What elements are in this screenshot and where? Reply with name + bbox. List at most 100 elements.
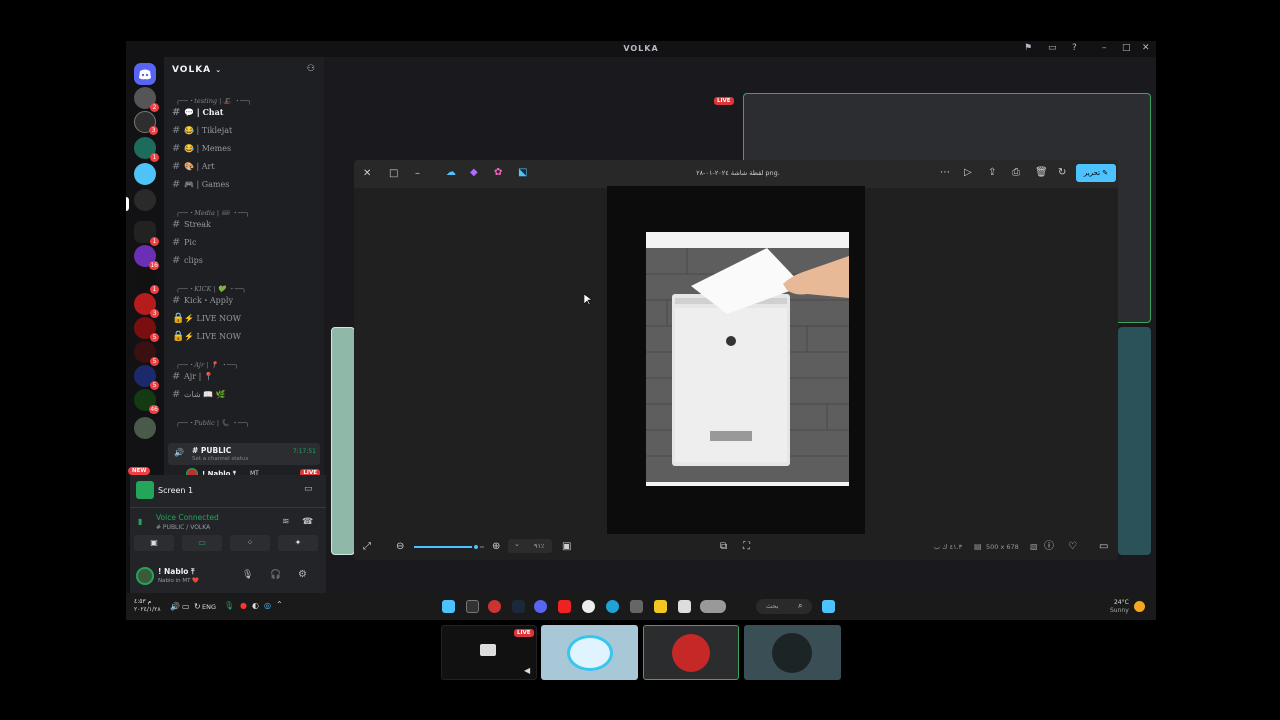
edge-icon[interactable] xyxy=(606,600,619,613)
channel-live-now[interactable]: 🔒⚡ LIVE NOW xyxy=(172,313,318,329)
onedrive-icon[interactable]: ☁ xyxy=(446,168,456,178)
favorite-heart-icon[interactable]: ♡ xyxy=(1068,542,1077,552)
server-icon[interactable] xyxy=(134,417,156,439)
server-icon[interactable]: 16 xyxy=(134,245,159,270)
crop-icon[interactable]: ⛶ xyxy=(743,542,750,552)
app-icon[interactable] xyxy=(466,600,479,613)
server-icon[interactable]: 3 xyxy=(134,111,158,135)
microphone-icon[interactable]: 🎙 xyxy=(242,570,253,580)
refresh-icon[interactable]: ↻ xyxy=(194,602,201,611)
volume-icon[interactable]: 🔊 xyxy=(170,602,180,611)
category-kick[interactable]: ╭──・KICK | 💚 ・──╮ xyxy=(176,283,246,293)
channel-tiklejat[interactable]: # 😂 | Tiklejat xyxy=(172,125,318,141)
photos-app-icon[interactable] xyxy=(442,600,455,613)
channel-kick-apply[interactable]: # Kick・Apply xyxy=(172,295,318,311)
tray-icon[interactable]: ◐ xyxy=(252,601,259,610)
app-icon[interactable] xyxy=(488,600,501,613)
more-options-icon[interactable]: ⋯ xyxy=(940,168,950,178)
flag-icon[interactable]: ⚑ xyxy=(1024,43,1032,53)
delete-icon[interactable]: 🗑 xyxy=(1035,168,1048,178)
network-icon[interactable]: ▭ xyxy=(182,602,190,611)
voice-connected-label[interactable]: Voice Connected xyxy=(156,513,219,522)
server-icon[interactable]: 2 xyxy=(134,87,159,112)
server-icon[interactable]: 46 xyxy=(134,389,159,414)
channel-clips[interactable]: # clips xyxy=(172,255,318,271)
participant-thumbnail[interactable]: LIVE ◀ xyxy=(441,625,537,680)
channel-ajr[interactable]: # Ajr | 📍 xyxy=(172,371,318,387)
tray-icon[interactable]: ◎ xyxy=(264,601,271,610)
clock[interactable]: م ٤:٥٣ ٢٠٢٤/١/٢٨ xyxy=(134,598,161,614)
minimize-icon[interactable]: – xyxy=(415,169,420,179)
widget-icon[interactable] xyxy=(700,600,726,613)
stream-tile[interactable] xyxy=(331,327,355,555)
steam-icon[interactable] xyxy=(512,600,525,613)
server-icon[interactable]: 1 xyxy=(134,269,159,294)
chrome-icon[interactable] xyxy=(582,600,595,613)
zoom-slider-thumb[interactable] xyxy=(471,543,480,551)
server-icon[interactable]: 1 xyxy=(134,221,159,246)
channel-games[interactable]: # 🎮 | Games xyxy=(172,179,318,195)
discord-icon[interactable] xyxy=(534,600,547,613)
designer-icon[interactable]: ✿ xyxy=(494,168,502,178)
rotate-icon[interactable]: ↻ xyxy=(1058,168,1066,178)
voice-channel-public[interactable]: 🔊 # PUBLIC Set a channel status 7:17:51 xyxy=(168,443,320,465)
compare-icon[interactable]: ⧉ xyxy=(720,542,727,552)
soundboard-button[interactable]: ✦ xyxy=(278,535,318,551)
settings-gear-icon[interactable]: ⚙ xyxy=(298,569,307,580)
close-icon[interactable]: ✕ xyxy=(363,169,371,179)
channel-chat[interactable]: # 💬 | Chat xyxy=(172,107,318,123)
maximize-button[interactable]: □ xyxy=(1122,43,1131,53)
screen-share-button[interactable]: ▭ xyxy=(182,535,222,551)
channel-art[interactable]: # 🎨 | Art xyxy=(172,161,318,177)
user-avatar[interactable] xyxy=(136,567,154,585)
fullscreen-icon[interactable]: ⤢ xyxy=(363,542,371,552)
server-icon[interactable]: 5 xyxy=(134,341,159,366)
maximize-icon[interactable]: □ xyxy=(389,169,398,179)
channel-memes[interactable]: # 😂 | Memes xyxy=(172,143,318,159)
channel-arabic-chat[interactable]: # شات 📖 🌿 xyxy=(172,389,318,405)
edit-button[interactable]: تحرير ✎ xyxy=(1076,164,1116,182)
inbox-icon[interactable]: ▭ xyxy=(1048,43,1057,53)
discord-tray-icon[interactable]: ● xyxy=(240,601,247,610)
close-button[interactable]: ✕ xyxy=(1142,43,1150,53)
share-icon[interactable]: ⇪ xyxy=(988,168,996,178)
activities-button[interactable]: ⁘ xyxy=(230,535,270,551)
info-icon[interactable]: ⓘ xyxy=(1044,542,1054,552)
participant-thumbnail[interactable] xyxy=(744,625,841,680)
youtube-icon[interactable] xyxy=(558,600,571,613)
server-icon[interactable]: 1 xyxy=(134,137,159,162)
disconnect-icon[interactable]: ☎ xyxy=(302,517,313,527)
stream-tile[interactable] xyxy=(1118,327,1151,555)
server-icon[interactable]: 5 xyxy=(134,317,159,342)
server-icon[interactable] xyxy=(134,163,156,185)
help-icon[interactable]: ? xyxy=(1072,43,1077,53)
voice-channel-label[interactable]: # PUBLIC / VOLKA xyxy=(156,524,210,531)
server-icon[interactable] xyxy=(134,189,156,211)
language-indicator[interactable]: ENG xyxy=(202,603,216,611)
discord-home-icon[interactable] xyxy=(134,63,156,85)
camera-off-button[interactable]: ▣ xyxy=(134,535,174,551)
zoom-out-icon[interactable]: ⊖ xyxy=(396,542,404,552)
server-icon[interactable]: 3 xyxy=(134,293,159,318)
monitor-icon[interactable]: ▭ xyxy=(304,484,313,494)
notepad-icon[interactable] xyxy=(678,600,691,613)
zoom-dropdown[interactable]: ⌄ ٩١٪ xyxy=(508,539,552,553)
windows-start-icon[interactable] xyxy=(822,600,835,613)
filmstrip-icon[interactable]: ▭ xyxy=(1099,542,1108,552)
add-member-icon[interactable]: ⚇ xyxy=(307,64,316,74)
zoom-in-icon[interactable]: ⊕ xyxy=(492,542,500,552)
noise-suppression-icon[interactable]: ≋ xyxy=(282,517,290,527)
headphones-icon[interactable]: 🎧 xyxy=(270,570,281,580)
calculator-icon[interactable] xyxy=(630,600,643,613)
username[interactable]: ! Nablo ⤒ xyxy=(158,567,194,577)
channel-live-now[interactable]: 🔒⚡ LIVE NOW xyxy=(172,331,318,347)
mic-tray-icon[interactable]: 🎙 xyxy=(224,601,234,610)
zoom-slider-track[interactable] xyxy=(414,543,484,551)
clipchamp-icon[interactable]: ◆ xyxy=(470,168,478,178)
category-media[interactable]: ╭──・Media | 🎟 ・──╮ xyxy=(176,207,250,217)
server-icon[interactable]: 5 xyxy=(134,365,159,390)
participant-thumbnail[interactable] xyxy=(643,625,739,680)
slideshow-icon[interactable]: ▷ xyxy=(964,168,972,178)
background-blur-icon[interactable]: ⬕ xyxy=(518,168,527,178)
chevron-up-icon[interactable]: ⌃ xyxy=(276,600,283,609)
